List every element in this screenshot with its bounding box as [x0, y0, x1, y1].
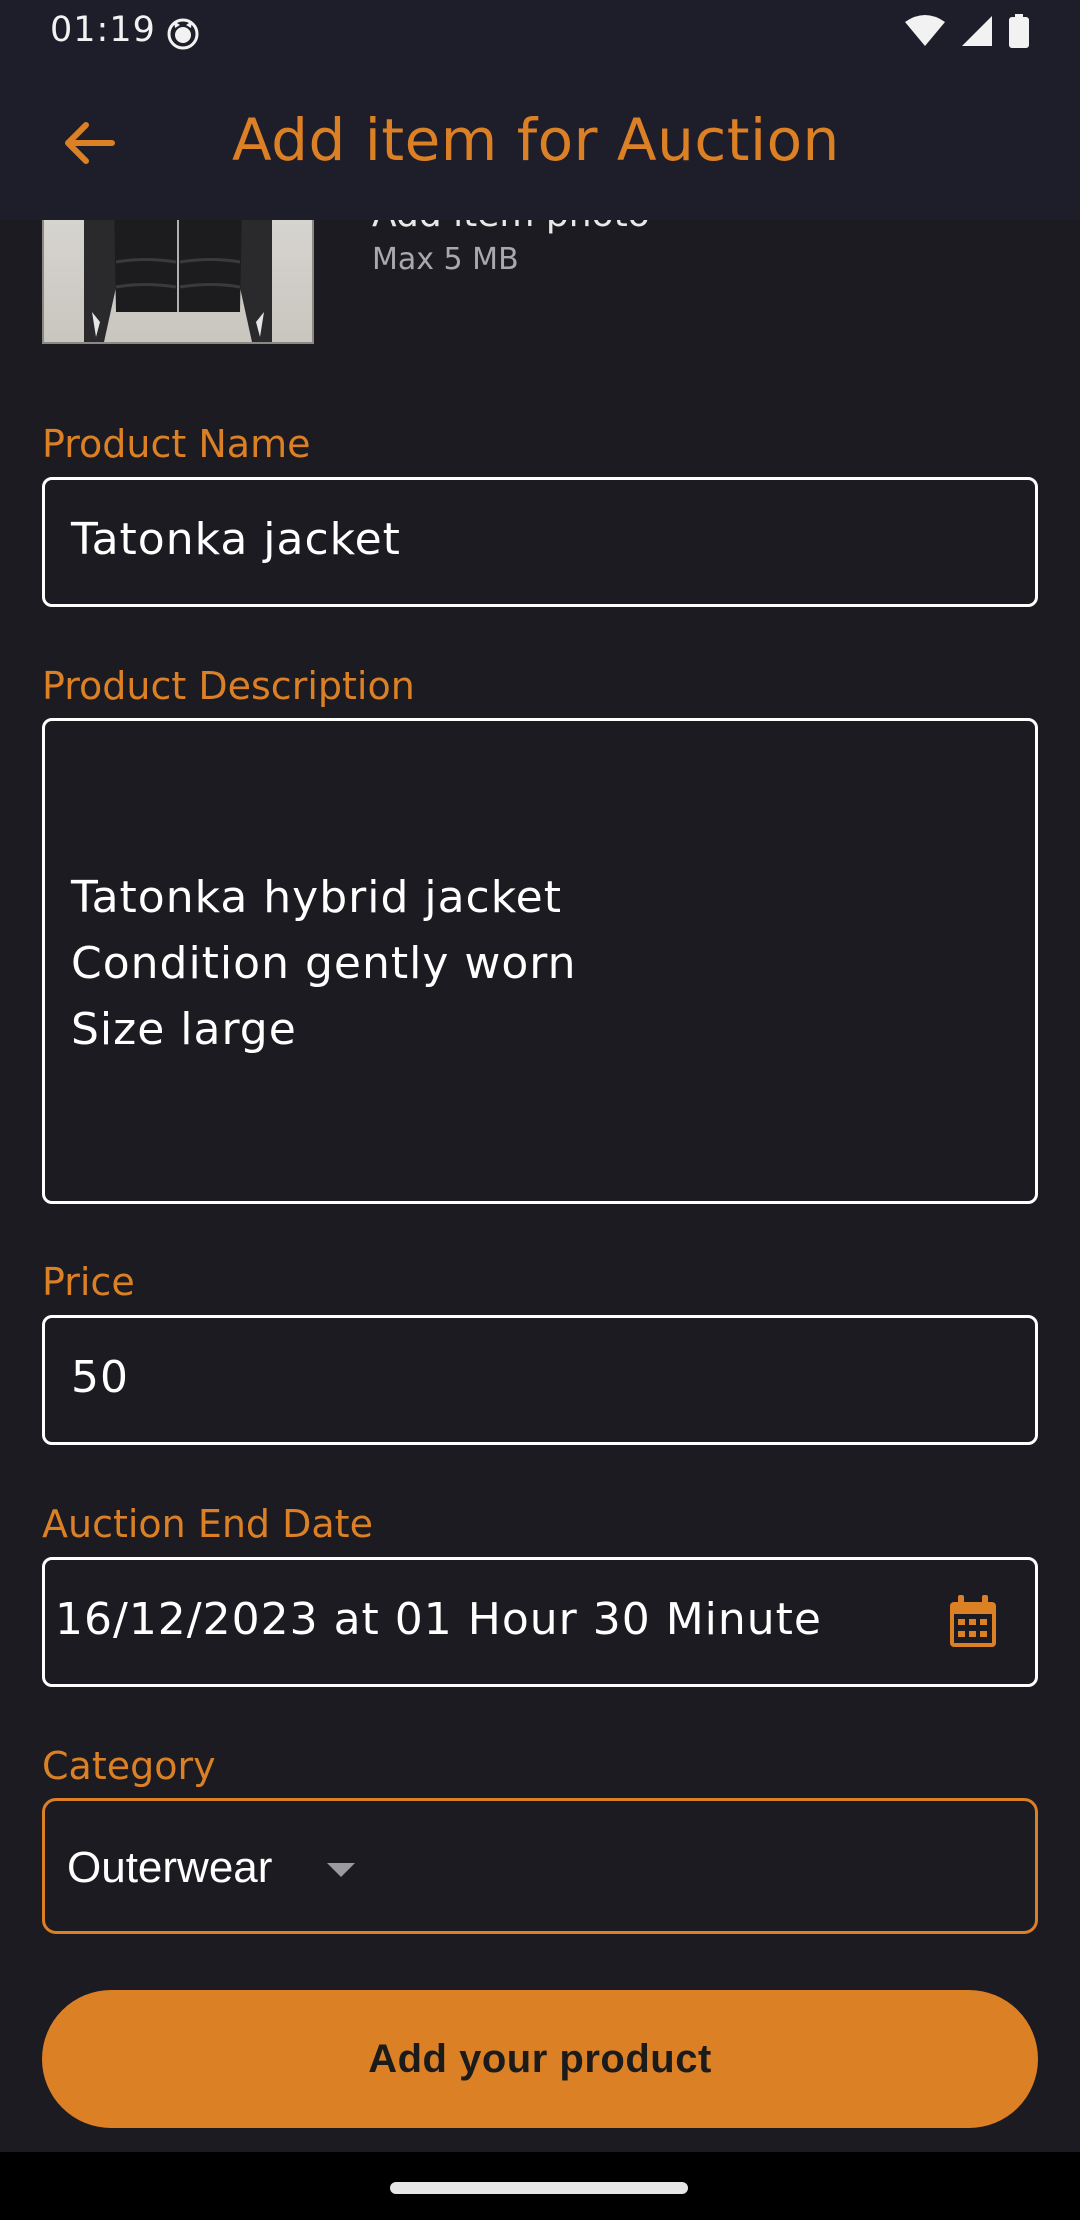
category-dropdown[interactable]: Outerwear [42, 1798, 1038, 1934]
back-arrow-icon[interactable] [58, 112, 120, 174]
jacket-image [84, 220, 272, 342]
status-icons [904, 14, 1030, 48]
notification-cat-icon [167, 18, 199, 50]
add-product-button[interactable]: Add your product [42, 1990, 1038, 2128]
description-line: Condition gently worn [71, 938, 577, 989]
calendar-icon[interactable] [947, 1594, 999, 1650]
category-value: Outerwear [67, 1843, 273, 1892]
product-description-label: Product Description [42, 664, 415, 708]
product-description-value: Tatonka hybrid jacket Condition gently w… [71, 865, 576, 1063]
price-label: Price [42, 1260, 135, 1304]
product-name-value: Tatonka jacket [71, 514, 401, 565]
page-title: Add item for Auction [232, 106, 840, 174]
battery-icon [1009, 14, 1029, 48]
auction-end-date-label: Auction End Date [42, 1502, 373, 1546]
product-description-field[interactable]: Tatonka hybrid jacket Condition gently w… [42, 718, 1038, 1204]
wifi-icon [905, 15, 945, 46]
home-gesture-handle[interactable] [390, 2182, 688, 2194]
price-value: 50 [71, 1352, 129, 1403]
description-line: Tatonka hybrid jacket [71, 872, 562, 923]
product-photo-thumbnail[interactable] [42, 220, 314, 344]
photo-size-hint: Max 5 MB [372, 242, 519, 277]
status-time: 01:19 [50, 10, 156, 50]
photo-section: Add item photo Max 5 MB [0, 220, 1080, 370]
description-line: Size large [71, 1004, 297, 1055]
dropdown-caret-icon [327, 1863, 355, 1877]
price-field[interactable]: 50 [42, 1315, 1038, 1445]
signal-icon [962, 16, 992, 46]
auction-end-date-value: 16/12/2023 at 01 Hour 30 Minute [55, 1594, 822, 1645]
add-photo-title[interactable]: Add item photo [372, 220, 650, 235]
auction-end-date-field[interactable]: 16/12/2023 at 01 Hour 30 Minute [42, 1557, 1038, 1687]
add-product-button-label: Add your product [368, 2036, 712, 2081]
product-name-field[interactable]: Tatonka jacket [42, 477, 1038, 607]
system-navigation-bar [0, 2152, 1080, 2220]
category-label: Category [42, 1744, 216, 1788]
app-bar: Add item for Auction [0, 66, 1080, 220]
status-bar: 01:19 [0, 0, 1080, 66]
product-name-label: Product Name [42, 422, 311, 466]
